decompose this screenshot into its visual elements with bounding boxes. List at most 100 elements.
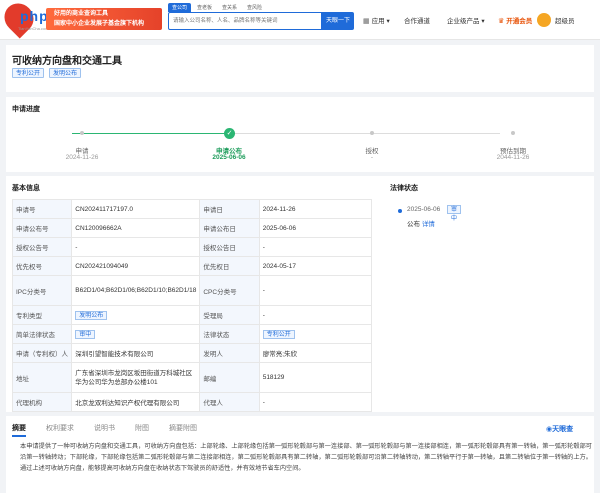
legal-status-tag[interactable]: 专利公开 — [262, 329, 295, 339]
field-label: 申请日 — [199, 199, 260, 219]
search-tab-boss[interactable]: 查老板 — [193, 3, 216, 12]
search-input[interactable] — [169, 13, 321, 29]
law-desc-row: 公布 详情 — [407, 218, 435, 228]
tab-figures[interactable]: 附图 — [135, 423, 149, 437]
table-row: 申请号 CN202411717197.0 申请日 2024-11-26 — [11, 199, 373, 219]
nav-user[interactable]: 超级员 — [555, 15, 575, 25]
nav-enterprise[interactable]: 企业级产品 ▾ — [447, 15, 485, 25]
top-header: php中文网 TianYanCha.com 好用的商业查询工具 国家中小企业发展… — [0, 0, 600, 40]
field-value: 2025-06-06 — [258, 218, 373, 238]
field-label: 申请公布日 — [199, 218, 260, 238]
brand-watermark: ◉天眼查 — [546, 424, 573, 434]
field-label: 申请号 — [11, 199, 73, 219]
field-label: 受理局 — [199, 305, 260, 325]
field-value: 2024-05-17 — [258, 256, 373, 276]
simple-status-tag[interactable]: 审中 — [75, 329, 96, 339]
table-row: IPC分类号 B62D1/04;B62D1/06;B62D1/10;B62D1/1… — [11, 275, 373, 306]
law-status-title: 法律状态 — [390, 185, 418, 192]
promo-line-2: 国家中小企业发展子基金旗下机构 — [54, 21, 145, 27]
nav-apps-label: 应用 — [371, 18, 385, 25]
field-value: - — [258, 237, 373, 257]
tag-patent-public[interactable]: 专利公开 — [12, 68, 45, 78]
field-value: 广东省深圳市龙岗区坂田街道万科城社区华为公司华为总部办公楼101 — [71, 362, 201, 393]
patent-type-tag[interactable]: 发明公布 — [75, 310, 108, 320]
progress-dot-grant — [370, 131, 374, 135]
field-value-cell: 审中 — [71, 324, 201, 344]
promo-line-1: 好用的商业查询工具 — [54, 11, 109, 17]
step-date: 2024-11-26 — [65, 154, 99, 161]
avatar[interactable] — [537, 13, 551, 27]
law-detail-link[interactable]: 详情 — [422, 221, 435, 228]
applicant-link[interactable]: 深圳引望智能技术有限公司 — [71, 343, 201, 363]
table-row: 地址 广东省深圳市龙岗区坂田街道万科城社区华为公司华为总部办公楼101 邮编 5181… — [11, 362, 373, 393]
field-label: 授权公告号 — [11, 237, 73, 257]
progress-title: 申请进度 — [12, 106, 40, 113]
nav-apps[interactable]: ▦ 应用 ▾ — [363, 15, 390, 25]
field-value: - — [258, 305, 373, 325]
tab-description[interactable]: 说明书 — [94, 423, 115, 437]
field-label: 申请公布号 — [11, 218, 73, 238]
field-label: 申请（专利权）人 — [11, 343, 73, 363]
search-tab-relation[interactable]: 查关系 — [218, 3, 241, 12]
field-value: B62D1/04;B62D1/06;B62D1/10;B62D1/18 — [71, 275, 201, 306]
field-value: CN202411717197.0 — [71, 199, 201, 219]
table-row: 代理机构 北京龙双利达知识产权代理有限公司 代理人 - — [11, 392, 373, 412]
tab-abstract[interactable]: 摘要 — [12, 423, 26, 437]
field-value-cell: 发明公布 — [71, 305, 201, 325]
basic-info-title: 基本信息 — [12, 185, 40, 192]
tab-claims[interactable]: 权利要求 — [46, 423, 74, 437]
step-date: 2025-06-06 — [212, 154, 246, 161]
search-tabs: 查公司 查老板 查关系 查风险 — [168, 3, 266, 12]
search-tab-risk[interactable]: 查风险 — [243, 3, 266, 12]
table-row: 专利类型 发明公布 受理局 - — [11, 305, 373, 325]
field-label: 地址 — [11, 362, 73, 393]
step-date: - — [370, 154, 374, 161]
check-icon: ✓ — [224, 128, 235, 139]
progress-dot-expire — [511, 131, 515, 135]
bottom-tabs: 摘要 权利要求 说明书 附图 摘要附图 — [12, 423, 197, 437]
search-button[interactable]: 天眼一下 — [322, 12, 354, 30]
agency-link[interactable]: 北京龙双利达知识产权代理有限公司 — [71, 392, 201, 412]
field-value-cell: 专利公开 — [258, 324, 373, 344]
search-tab-company[interactable]: 查公司 — [168, 3, 192, 12]
field-value: 518129 — [258, 362, 373, 393]
field-label: 简单法律状态 — [11, 324, 73, 344]
promo-banner[interactable]: 好用的商业查询工具 国家中小企业发展子基金旗下机构 — [46, 8, 162, 30]
nav-vip[interactable]: ♛ 开通会员 — [498, 15, 532, 25]
field-label: 法律状态 — [199, 324, 260, 344]
abstract-text: 本申请提供了一种可收纳方向盘和交通工具，可收纳方向盘包括：上部轮缘、上部轮缘包括… — [20, 443, 592, 472]
table-row: 授权公告号 - 授权公告日 - — [11, 237, 373, 257]
grid-icon: ▦ — [363, 18, 370, 25]
progress-dot-apply — [80, 131, 84, 135]
logo-subtext: TianYanCha.com — [18, 26, 49, 31]
brand-label: 天眼查 — [552, 426, 574, 433]
field-value: 2024-11-26 — [258, 199, 373, 219]
page-title: 可收纳方向盘和交通工具 — [12, 56, 122, 67]
field-label: CPC分类号 — [199, 275, 260, 306]
law-desc: 公布 — [407, 221, 420, 228]
field-value: 廖常亮;朱欣 — [258, 343, 373, 363]
nav-vip-label: 开通会员 — [506, 18, 533, 25]
law-tag: 审中 — [447, 205, 462, 222]
nav-cooperation[interactable]: 合作通道 — [404, 15, 430, 25]
progress-line-pending — [230, 133, 500, 134]
field-value: - — [258, 275, 373, 306]
field-value: CN202421094049 — [71, 256, 201, 276]
timeline-dot — [398, 209, 402, 213]
table-row: 申请公布号 CN120096662A 申请公布日 2025-06-06 — [11, 218, 373, 238]
field-label: IPC分类号 — [11, 275, 73, 306]
field-label: 优先权号 — [11, 256, 73, 276]
search-box — [168, 12, 322, 30]
field-label: 优先权日 — [199, 256, 260, 276]
crown-icon: ♛ — [498, 18, 505, 25]
field-label: 发明人 — [199, 343, 260, 363]
chevron-down-icon: ▾ — [386, 18, 390, 25]
field-label: 授权公告日 — [199, 237, 260, 257]
table-row: 优先权号 CN202421094049 优先权日 2024-05-17 — [11, 256, 373, 276]
field-label: 邮编 — [199, 362, 260, 393]
nav-enterprise-label: 企业级产品 — [447, 18, 480, 25]
tag-invention-publish[interactable]: 发明公布 — [49, 68, 82, 78]
table-row: 简单法律状态 审中 法律状态 专利公开 — [11, 324, 373, 344]
basic-info-table: 申请号 CN202411717197.0 申请日 2024-11-26 申请公布号 CN… — [11, 199, 373, 412]
tab-abstract-figure[interactable]: 摘要附图 — [169, 423, 197, 437]
